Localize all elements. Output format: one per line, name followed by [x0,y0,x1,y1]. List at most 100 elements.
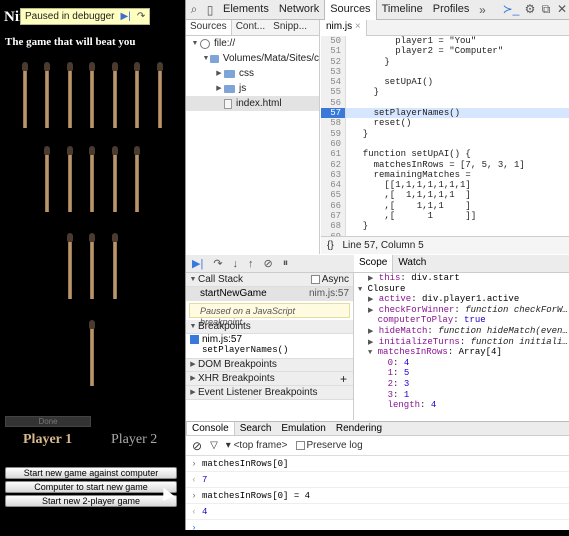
match-stick[interactable] [66,62,73,128]
console-drawer-icon[interactable]: ≻_ [500,2,522,17]
tab-console[interactable]: Console [186,422,235,435]
clear-console-icon[interactable]: ⊘ [192,439,202,453]
line-number[interactable]: 59 [321,128,346,139]
match-stick[interactable] [89,233,95,299]
dom-breakpoints-header[interactable]: ▶ DOM Breakpoints [186,358,353,372]
match-stick[interactable] [89,62,95,128]
expand-toggle-icon[interactable]: ▼ [358,286,362,294]
match-stick[interactable] [111,146,118,212]
tab-network[interactable]: Network [274,0,324,20]
tab-sources[interactable]: Sources [324,0,377,20]
tab-navigator-content-scripts[interactable]: Cont... [232,20,269,35]
step-out-icon[interactable]: ↑ [248,258,254,270]
device-mode-icon[interactable]: ▯ [202,3,218,17]
scope-variable-row[interactable]: ▶ initializeTurns: function initiali… [354,337,569,348]
scope-variable-row[interactable]: ▶ hideMatch: function hideMatch(even… [354,326,569,337]
add-xhr-breakpoint-icon[interactable]: + [340,372,347,386]
line-number[interactable]: 64 [321,180,346,191]
match-stick[interactable] [134,62,140,128]
expand-toggle-icon[interactable] [378,360,382,368]
line-number[interactable]: 67 [321,211,346,222]
preserve-log-checkbox[interactable] [295,440,305,450]
start-two-player-button[interactable]: Start new 2-player game [5,495,177,507]
line-number[interactable]: 65 [321,190,346,201]
code-lines[interactable]: 50 player1 = "You" 51 player2 = "Computer… [321,36,569,236]
expand-toggle-icon[interactable]: ▶ [368,296,373,304]
tab-rendering[interactable]: Rendering [331,422,387,435]
tab-timeline[interactable]: Timeline [377,0,428,20]
expand-toggle-icon[interactable]: ▶ [214,66,224,81]
match-stick[interactable] [44,62,50,128]
scope-variable-row[interactable]: ▼ matchesInRows: Array[4] [354,347,569,358]
scope-variable-row[interactable]: ▼ Closure [354,284,569,295]
editor-tab-nimjs[interactable]: nim.js × [321,19,367,36]
match-stick[interactable] [134,146,140,212]
match-stick[interactable] [66,146,73,212]
breakpoint-checkbox[interactable] [190,334,199,344]
more-tabs-icon[interactable]: » [474,3,490,17]
expand-toggle-icon[interactable]: ▼ [368,349,372,357]
tab-navigator-sources[interactable]: Sources [186,20,232,35]
line-number[interactable]: 52 [321,56,346,67]
line-number[interactable]: 60 [321,138,346,150]
line-number[interactable]: 58 [321,118,346,129]
step-over-icon[interactable]: ↷ [137,11,145,22]
file-tree-item[interactable]: ▶ js [186,81,319,96]
line-number[interactable]: 55 [321,87,346,98]
computer-starts-button[interactable]: Computer to start new game [5,481,177,493]
line-number[interactable]: 50 [321,36,346,47]
inspect-search-icon[interactable]: ⌕ [186,2,202,17]
step-into-icon[interactable]: ↓ [233,258,239,270]
deactivate-breakpoints-icon[interactable]: ⊘ [264,257,273,270]
scope-variable-row[interactable]: 2: 3 [354,379,569,390]
tab-watch[interactable]: Watch [393,255,431,272]
scope-variable-row[interactable]: length: 4 [354,400,569,411]
tab-navigator-snippets[interactable]: Snipp... [269,20,311,35]
line-number[interactable]: 62 [321,159,346,170]
expand-toggle-icon[interactable]: ▶ [368,328,373,336]
match-stick[interactable] [44,146,50,212]
scope-variable-row[interactable]: ▶ this: div.start [354,273,569,284]
breakpoint-item[interactable]: nim.js:57 [186,334,353,345]
line-number[interactable]: 61 [321,149,346,160]
pause-on-exceptions-icon[interactable]: ⏸ [283,257,289,270]
filter-icon[interactable]: ▽ [210,440,218,451]
dock-icon[interactable]: ⧉ [538,2,554,17]
expand-toggle-icon[interactable]: ▼ [190,36,200,51]
line-number[interactable]: 51 [321,46,346,57]
file-tree-item[interactable]: index.html [186,96,319,111]
async-checkbox[interactable] [310,275,320,284]
resume-icon[interactable]: ▶| [121,11,131,22]
expand-toggle-icon[interactable]: ▶ [368,307,373,315]
match-stick[interactable] [66,233,73,299]
expand-toggle-icon[interactable] [378,402,382,410]
pretty-print-icon[interactable]: {} [327,240,334,251]
scope-variable-row[interactable]: ▶ checkForWinner: function checkForW… [354,305,569,316]
scope-variable-row[interactable]: 0: 4 [354,358,569,369]
line-number[interactable]: 66 [321,200,346,212]
xhr-breakpoints-header[interactable]: ▶ XHR Breakpoints + [186,372,353,386]
file-tree-item[interactable]: ▶ css [186,66,319,81]
line-number[interactable]: 68 [321,221,346,232]
event-listener-breakpoints-header[interactable]: ▶ Event Listener Breakpoints [186,386,353,400]
match-stick[interactable] [89,320,95,386]
match-stick[interactable] [111,233,118,299]
expand-toggle-icon[interactable]: ▶ [214,81,224,96]
start-vs-computer-button[interactable]: Start new game against computer [5,467,177,479]
scope-variable-row[interactable]: computerToPlay: true [354,315,569,326]
tab-search[interactable]: Search [235,422,277,435]
frame-selector[interactable]: ▾ <top frame> [226,440,288,451]
expand-toggle-icon[interactable]: ▼ [202,51,210,66]
match-stick[interactable] [111,62,118,128]
settings-icon[interactable]: ⚙ [522,2,538,17]
step-over-icon[interactable]: ↷ [213,257,222,270]
line-number[interactable]: 57 [321,108,346,119]
tab-profiles[interactable]: Profiles [428,0,475,20]
match-stick[interactable] [156,62,163,128]
scope-variable-row[interactable]: ▶ active: div.player1.active [354,294,569,305]
preserve-log-toggle[interactable]: Preserve log [295,440,363,451]
expand-toggle-icon[interactable] [368,317,372,325]
line-number[interactable]: 54 [321,77,346,88]
tab-elements[interactable]: Elements [218,0,274,20]
close-icon[interactable]: ✕ [554,2,569,17]
